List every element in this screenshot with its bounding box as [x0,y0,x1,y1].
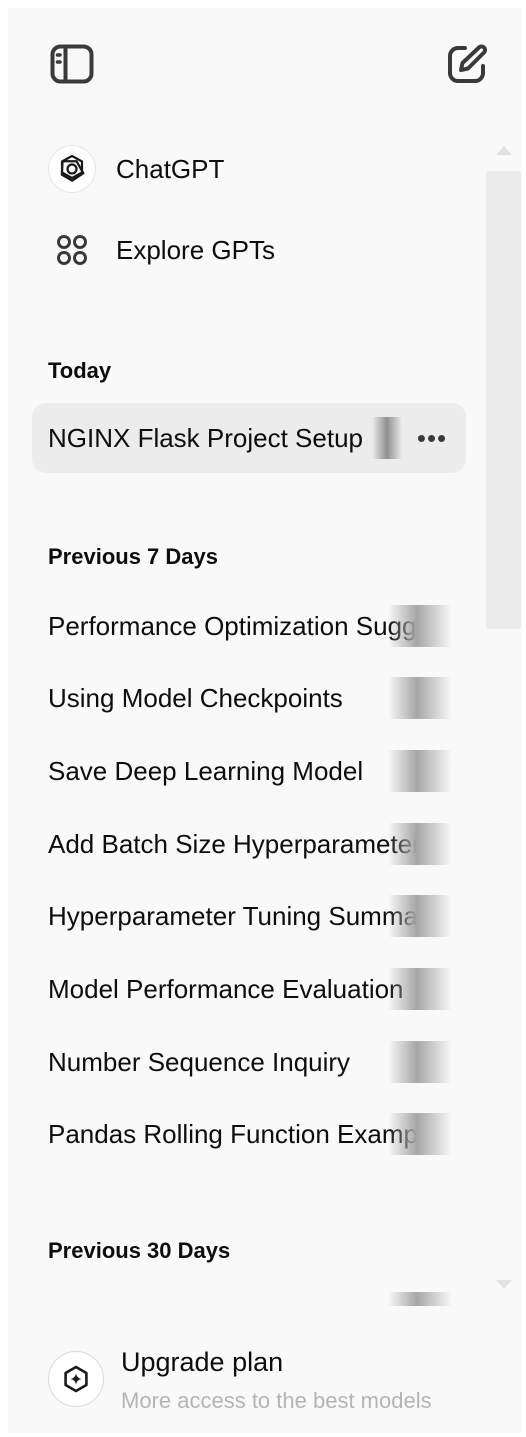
scrollbar-track[interactable] [486,161,522,631]
scroll-up-arrow-icon[interactable] [496,146,512,155]
sidebar-toggle-icon [50,44,94,84]
title-fade [388,895,452,937]
scrollbar-thumb[interactable] [486,171,521,629]
section-heading-previous-30-days: Previous 30 Days [48,1238,231,1263]
nav-explore-gpts[interactable]: Explore GPTs [32,217,468,283]
upgrade-sparkle-icon [48,1351,104,1407]
title-fade [388,1041,452,1083]
chat-item[interactable]: Performance Optimization Sugg [32,591,466,661]
sidebar-header [8,8,522,118]
upgrade-plan-button[interactable]: Upgrade plan More access to the best mod… [32,1333,492,1425]
title-fade [372,417,402,459]
chat-item-active[interactable]: NGINX Flask Project Setup ••• [32,403,466,473]
more-options-button[interactable]: ••• [414,421,450,455]
grid-dots-icon [48,226,96,274]
title-fade [388,968,452,1010]
chat-item[interactable]: Using Model Checkpoints [32,663,466,733]
section-heading-previous-7-days: Previous 7 Days [48,544,218,569]
title-fade [388,605,452,647]
chat-item[interactable]: Add Batch Size Hyperparameter [32,809,466,879]
chat-item[interactable]: Hyperparameter Tuning Summa [32,881,466,951]
nav-explore-label: Explore GPTs [116,234,275,265]
chat-history-list[interactable]: ChatGPT Explore GPTs Today NGINX Flask P… [8,128,522,1313]
title-fade [388,750,452,792]
scroll-down-arrow-icon[interactable] [496,1280,512,1289]
title-fade [388,677,452,719]
chatgpt-logo-icon [48,145,96,193]
chat-item[interactable]: Pandas Rolling Function Examp [32,1099,466,1169]
new-chat-pencil-icon [448,44,487,83]
title-fade [388,1113,452,1155]
chat-item[interactable]: Number Sequence Inquiry [32,1027,466,1097]
upgrade-plan-subtitle: More access to the best models [121,1388,432,1413]
sidebar-toggle-button[interactable] [44,36,100,92]
new-chat-button[interactable] [439,36,495,92]
sidebar: ChatGPT Explore GPTs Today NGINX Flask P… [8,8,522,1433]
chat-item[interactable]: Model Performance Evaluation [32,954,466,1024]
upgrade-plan-title: Upgrade plan [121,1347,284,1377]
nav-chatgpt-label: ChatGPT [116,153,225,184]
section-heading-today: Today [48,358,112,383]
title-fade [388,823,452,865]
partially-visible-chat-item [388,1292,452,1306]
chat-item[interactable]: Save Deep Learning Model [32,736,466,806]
nav-chatgpt[interactable]: ChatGPT [32,136,468,202]
